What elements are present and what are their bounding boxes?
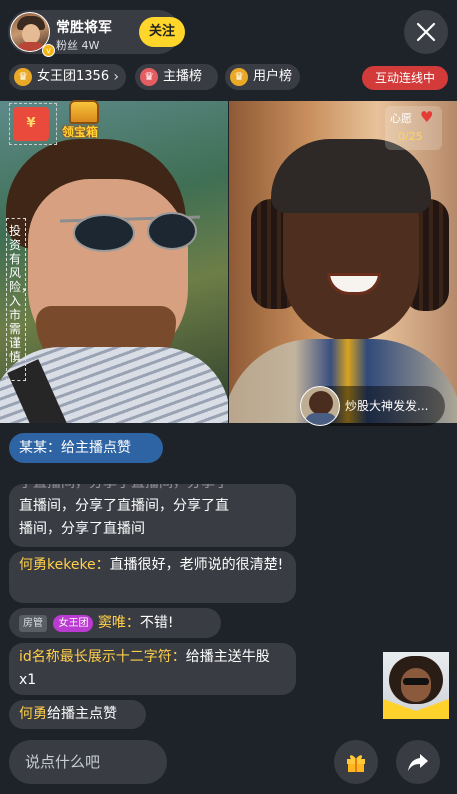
user-rank-label: 用户榜 xyxy=(253,69,293,84)
host-fans-count: 粉丝 4W xyxy=(56,39,100,52)
guest-info[interactable]: 炒股大神发发... xyxy=(300,386,445,426)
share-button[interactable] xyxy=(396,740,440,784)
anchor-rank-button[interactable]: ♛ 主播榜 xyxy=(135,64,218,90)
chevron-right-icon: › xyxy=(113,69,119,85)
heart-icon: ♥ xyxy=(420,108,434,126)
chat-text: 给播主点赞 xyxy=(47,706,117,722)
chat-text: 播间，分享了直播间 xyxy=(19,521,145,537)
close-button[interactable] xyxy=(404,10,448,54)
close-icon xyxy=(416,22,436,42)
risk-notice: 投资有风险，入市需谨慎 xyxy=(6,218,34,381)
wish-label: 心愿 xyxy=(390,112,412,125)
verified-badge-icon: v xyxy=(42,44,55,57)
chat-text: 直播间，分享了直播间，分享了直 xyxy=(19,498,229,514)
treasure-label[interactable]: 领宝箱 xyxy=(62,123,98,140)
chat-text: 直播很好，老师说的很清楚! xyxy=(109,557,284,573)
interaction-status-badge[interactable]: 互动连线中 xyxy=(362,66,448,90)
sunglasses-graphic xyxy=(60,212,200,252)
chat-message-like: 某某：给主播点赞 xyxy=(9,433,163,463)
chat-username: id名称最长展示十二字符： xyxy=(19,649,186,665)
chat-username: 何勇kekeke： xyxy=(19,557,110,573)
fan-club-label: 女王团1356 xyxy=(37,69,110,84)
chat-text: 不错! xyxy=(139,615,174,631)
chat-username: 窦唯： xyxy=(97,615,140,631)
comment-input[interactable] xyxy=(9,740,167,784)
gift-button[interactable] xyxy=(334,740,378,784)
guest-name: 炒股大神发发... xyxy=(345,399,429,413)
host-video[interactable] xyxy=(0,101,228,423)
wish-widget[interactable]: 心愿 ♥ 0/25 xyxy=(385,106,442,150)
follow-button[interactable]: 关注 xyxy=(139,17,185,47)
gift-icon xyxy=(347,755,365,772)
anchor-rank-label: 主播榜 xyxy=(163,69,203,84)
chat-username: 何勇 xyxy=(19,706,47,722)
crown-icon: ♛ xyxy=(230,68,248,86)
mini-video-window[interactable] xyxy=(383,652,449,719)
risk-notice-text: 投资有风险，入市需谨慎 xyxy=(9,224,34,364)
chat-message-praise: 何勇kekeke：直播很好，老师说的很清楚! xyxy=(9,551,296,603)
chat-text: 给主播点赞 xyxy=(61,440,131,456)
host-card[interactable]: v 常胜将军 粉丝 4W 关注 xyxy=(8,10,185,57)
crown-coin-icon: ♛ xyxy=(14,68,32,86)
chat-message-long: id名称最长展示十二字符：给播主送牛股x1 xyxy=(9,643,296,695)
chat-text: 了直播间，分享了直播间，分享了 xyxy=(19,484,286,495)
chat-message-badges: 房管 女王团 窦唯：不错! xyxy=(9,608,221,638)
red-packet-button[interactable]: ¥ xyxy=(9,103,57,145)
red-packet-icon: ¥ xyxy=(13,107,49,141)
chat-message-gift: 何勇给播主点赞 xyxy=(9,700,146,729)
share-arrow-icon xyxy=(408,754,428,771)
chat-message-share: 了直播间，分享了直播间，分享了 直播间，分享了直播间，分享了直 播间，分享了直播… xyxy=(9,484,296,547)
wish-progress: 0/25 xyxy=(398,130,423,143)
user-rank-button[interactable]: ♛ 用户榜 xyxy=(225,64,300,90)
fan-club-button[interactable]: ♛ 女王团1356 › xyxy=(9,64,126,90)
treasure-chest-icon[interactable] xyxy=(69,100,99,124)
host-name: 常胜将军 xyxy=(56,20,112,36)
queen-club-badge: 女王团 xyxy=(53,614,94,632)
admin-badge: 房管 xyxy=(19,614,47,632)
crown-icon: ♛ xyxy=(140,68,158,86)
guest-avatar[interactable] xyxy=(300,386,340,426)
chat-username: 某某： xyxy=(19,440,61,456)
